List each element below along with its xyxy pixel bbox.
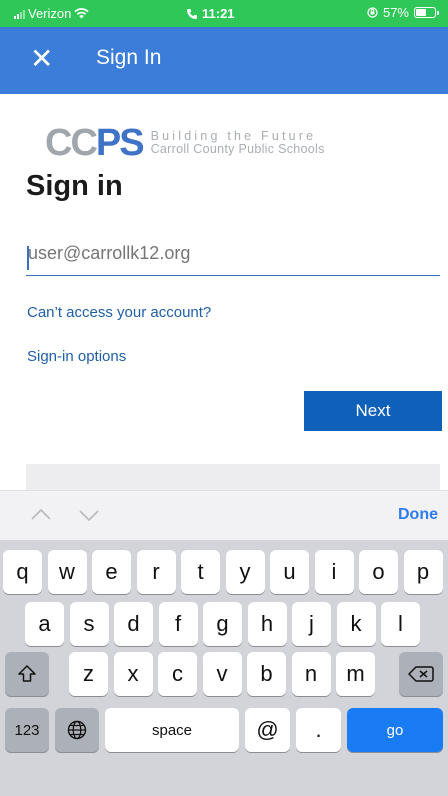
key-b[interactable]: b [247, 652, 286, 696]
numbers-key[interactable]: 123 [5, 708, 49, 752]
status-bar: Verizon 11:21 57% [0, 0, 448, 27]
key-w[interactable]: w [47, 550, 87, 594]
clock: 11:21 [186, 6, 235, 21]
key-n[interactable]: n [291, 652, 331, 696]
key-k[interactable]: k [336, 602, 376, 646]
next-field-icon[interactable] [78, 505, 100, 525]
backspace-key[interactable] [399, 652, 443, 696]
logo-tagline: Building the Future Carroll County Publi… [151, 130, 325, 156]
shift-icon [18, 665, 36, 682]
shift-key[interactable] [5, 652, 49, 696]
signin-options-link[interactable]: Sign-in options [27, 348, 126, 365]
email-field[interactable] [26, 238, 440, 276]
key-e[interactable]: e [92, 550, 131, 594]
previous-field-icon[interactable] [30, 505, 52, 525]
globe-icon: PS [95, 122, 145, 164]
backspace-icon [408, 666, 434, 682]
key-i[interactable]: i [314, 550, 354, 594]
key-c[interactable]: c [158, 652, 197, 696]
ccps-logo: CCPS Building the Future Carroll County … [45, 122, 325, 164]
key-z[interactable]: z [69, 652, 108, 696]
done-button[interactable]: Done [398, 506, 438, 524]
key-y[interactable]: y [225, 550, 265, 594]
key-l[interactable]: l [381, 602, 420, 646]
text-caret [27, 246, 29, 270]
dot-key[interactable]: . [296, 708, 341, 752]
space-key[interactable]: space [105, 708, 239, 752]
keyboard: qwertyuiop asdfghjkl zxcvbnm 123 space @… [0, 540, 448, 796]
key-d[interactable]: d [114, 602, 153, 646]
keyboard-toolbar: Done [0, 490, 448, 540]
signal-icon [14, 9, 25, 19]
key-a[interactable]: a [25, 602, 64, 646]
globe-icon [67, 720, 87, 740]
sign-in-options-panel [26, 464, 440, 490]
carrier-name: Verizon [28, 6, 72, 21]
key-p[interactable]: p [403, 550, 443, 594]
orientation-lock-icon [367, 7, 378, 18]
time-text: 11:21 [202, 6, 235, 21]
nav-bar: ✕ Sign In [0, 27, 448, 94]
battery-icon [414, 7, 439, 18]
phone-icon [187, 8, 197, 19]
at-key[interactable]: @ [245, 708, 290, 752]
key-f[interactable]: f [158, 602, 198, 646]
key-t[interactable]: t [181, 550, 220, 594]
battery-status: 57% [367, 5, 439, 20]
key-u[interactable]: u [270, 550, 309, 594]
cant-access-link[interactable]: Can’t access your account? [27, 304, 211, 321]
key-j[interactable]: j [292, 602, 331, 646]
key-x[interactable]: x [113, 652, 153, 696]
key-m[interactable]: m [336, 652, 375, 696]
key-q[interactable]: q [3, 550, 42, 594]
key-g[interactable]: g [203, 602, 242, 646]
close-icon[interactable]: ✕ [30, 43, 53, 75]
battery-percent: 57% [382, 5, 409, 20]
globe-key[interactable] [55, 708, 99, 752]
nav-title: Sign In [96, 46, 162, 69]
key-v[interactable]: v [202, 652, 242, 696]
tagline-line-2: Carroll County Public Schools [150, 142, 325, 156]
key-s[interactable]: s [69, 602, 109, 646]
key-o[interactable]: o [359, 550, 398, 594]
key-r[interactable]: r [136, 550, 176, 594]
wifi-icon [74, 8, 89, 19]
key-h[interactable]: h [247, 602, 287, 646]
carrier: Verizon [14, 6, 89, 21]
next-button[interactable]: Next [304, 391, 442, 431]
page-title: Sign in [26, 170, 123, 202]
go-key[interactable]: go [347, 708, 443, 752]
logo-mark: CCPS [45, 122, 145, 164]
